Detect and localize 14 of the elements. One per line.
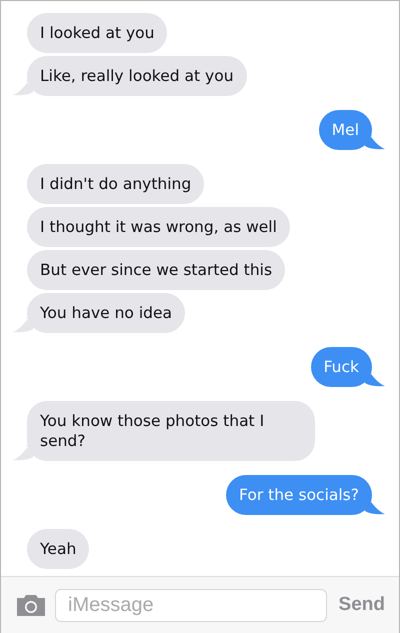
message-bubble: I didn't do anything <box>27 164 204 204</box>
message-bubble: Yeah <box>27 529 90 569</box>
message-bubble: You know those photos that I send? <box>27 401 315 461</box>
message-bubble: For the socials? <box>226 475 372 515</box>
message-bubble: I thought it was wrong, as well <box>27 207 290 247</box>
message-bubble: Fuck <box>310 347 372 387</box>
message-bubble: I looked at you <box>27 13 168 53</box>
camera-icon[interactable] <box>15 593 47 617</box>
message-field[interactable]: iMessage <box>55 588 327 622</box>
message-bubble: But ever since we started this <box>27 250 286 290</box>
message-bubble: Mel <box>318 110 372 150</box>
message-bubble: You have no idea <box>27 293 186 333</box>
send-button[interactable]: Send <box>334 594 385 616</box>
message-bubble: Like, really looked at you <box>27 56 247 96</box>
